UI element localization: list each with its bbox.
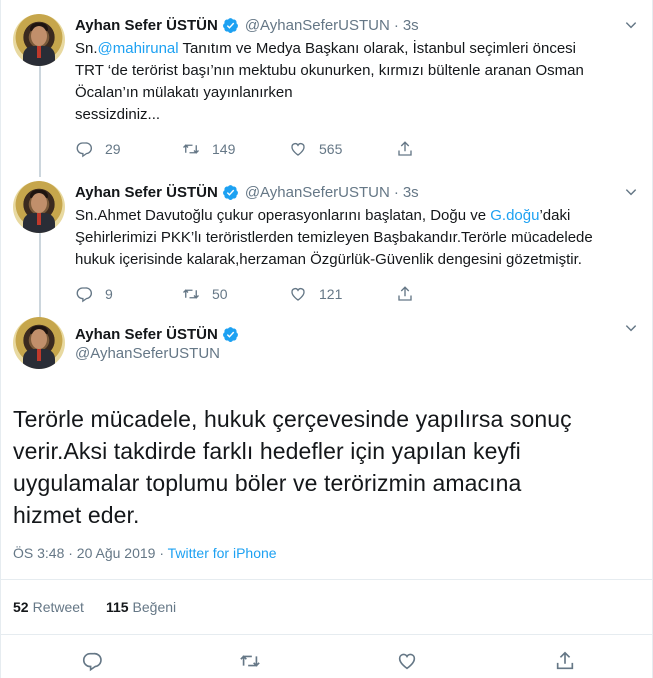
reply-icon <box>76 287 93 303</box>
avatar[interactable] <box>13 317 65 369</box>
verified-badge-icon <box>222 184 238 200</box>
avatar-tie <box>37 349 41 361</box>
text-segment: Terörle mücadele, hukuk çerçevesinde yap… <box>13 406 572 432</box>
like-count: 115 <box>105 599 129 615</box>
text-segment: hizmet eder. <box>13 502 140 528</box>
tweet-time[interactable]: 3s <box>403 184 419 201</box>
chevron-down-icon[interactable] <box>624 185 638 199</box>
reply-icon[interactable] <box>81 650 103 672</box>
avatar-face <box>31 193 47 213</box>
verified-badge-icon <box>222 326 238 342</box>
retweet-count: 50 <box>212 286 228 302</box>
author-name[interactable]: Ayhan Sefer ÜSTÜN <box>75 184 218 201</box>
hashtag-link[interactable]: G.doğu <box>490 207 539 224</box>
share-icon[interactable] <box>554 650 576 672</box>
reply-count: 9 <box>105 286 113 302</box>
avatar-face <box>31 329 47 349</box>
author-name-row: Ayhan Sefer ÜSTÜN <box>75 317 640 345</box>
verified-badge-icon <box>222 17 238 33</box>
tweet[interactable]: Ayhan Sefer ÜSTÜN @AyhanSeferUSTUN · 3s … <box>1 167 652 317</box>
retweet-count: 149 <box>212 141 236 157</box>
tweet-thread: Ayhan Sefer ÜSTÜN @AyhanSeferUSTUN · 3s … <box>0 0 653 678</box>
share-button[interactable] <box>396 140 426 158</box>
like-button[interactable]: 565 <box>289 140 396 158</box>
author-name[interactable]: Ayhan Sefer ÜSTÜN <box>75 326 218 343</box>
text-segment: Öcalan’ın mülakatı yayınlanırken <box>75 84 293 101</box>
tweet-header: Ayhan Sefer ÜSTÜN @AyhanSeferUSTUN · 3s <box>75 14 640 36</box>
text-segment: TRT ‘de terörist başı’nın mektubu okunur… <box>75 62 584 79</box>
avatar-tie <box>37 46 41 58</box>
like-icon[interactable] <box>396 650 418 672</box>
reply-button[interactable]: 9 <box>75 285 182 303</box>
chevron-down-icon[interactable] <box>624 321 638 335</box>
focused-tweet-header: Ayhan Sefer ÜSTÜN @AyhanSeferUSTUN <box>13 317 640 379</box>
mention-link[interactable]: @mahirunal <box>98 40 179 57</box>
tweet-meta: ÖS 3:48 · 20 Ağu 2019 · Twitter for iPho… <box>13 545 640 567</box>
focused-tweet-text: Terörle mücadele, hukuk çerçevesinde yap… <box>13 403 640 531</box>
like-icon <box>291 143 305 156</box>
text-segment: Sn. <box>75 40 98 57</box>
text-segment: sessizdiniz... <box>75 106 161 123</box>
tweet-text: Sn.@mahirunal Tanıtım ve Medya Başkanı o… <box>75 38 640 126</box>
retweet-stat[interactable]: 52 Retweet <box>13 599 84 615</box>
retweet-icon <box>183 144 199 154</box>
retweet-icon <box>183 289 199 299</box>
text-segment: verir.Aksi takdirde farklı hedefler için… <box>13 438 521 464</box>
reply-count: 29 <box>105 141 121 157</box>
chevron-down-icon[interactable] <box>624 18 638 32</box>
retweet-icon[interactable] <box>239 650 261 672</box>
text-segment: hukuk içerisinde kalarak,herzaman Özgürl… <box>75 251 582 268</box>
like-label: Beğeni <box>132 599 177 615</box>
text-segment: ’daki <box>539 207 571 224</box>
like-stat[interactable]: 115 Beğeni <box>106 599 176 615</box>
tweet-stats: 52 Retweet 115 Beğeni <box>13 580 640 634</box>
focused-tweet-actions <box>13 635 640 678</box>
tweet-text: Sn.Ahmet Davutoğlu çukur operasyonlarını… <box>75 205 640 271</box>
retweet-button[interactable]: 50 <box>182 285 289 303</box>
separator-dot: · <box>393 183 399 201</box>
author-handle[interactable]: @AyhanSeferUSTUN <box>75 345 640 362</box>
like-count: 121 <box>319 286 343 302</box>
focused-tweet: Ayhan Sefer ÜSTÜN @AyhanSeferUSTUN Terör… <box>1 317 652 678</box>
tweet[interactable]: Ayhan Sefer ÜSTÜN @AyhanSeferUSTUN · 3s … <box>1 0 652 167</box>
like-button[interactable]: 121 <box>289 285 396 303</box>
reply-icon <box>76 142 93 158</box>
tweet-actions: 9 50 121 <box>75 283 640 305</box>
share-button[interactable] <box>396 285 426 303</box>
like-icon <box>291 288 305 301</box>
share-icon <box>398 141 412 156</box>
avatar-tie <box>37 213 41 225</box>
author-handle[interactable]: @AyhanSeferUSTUN <box>245 17 390 34</box>
separator-dot: · <box>393 16 399 34</box>
text-segment: Sn.Ahmet Davutoğlu çukur operasyonlarını… <box>75 207 491 224</box>
retweet-count: 52 <box>13 599 29 615</box>
text-segment: Tanıtım ve Medya Başkanı olarak, İstanbu… <box>178 40 577 57</box>
tweet-header: Ayhan Sefer ÜSTÜN @AyhanSeferUSTUN · 3s <box>75 181 640 203</box>
author-name[interactable]: Ayhan Sefer ÜSTÜN <box>75 17 218 34</box>
text-segment: uygulamalar toplumu böler ve terörizmin … <box>13 470 522 496</box>
source-link[interactable]: Twitter for iPhone <box>168 545 277 561</box>
text-segment: Şehirlerimizi PKK’lı teröristlerden temi… <box>75 229 593 246</box>
share-icon <box>398 286 412 301</box>
avatar-face <box>31 26 47 46</box>
reply-button[interactable]: 29 <box>75 140 182 158</box>
retweet-button[interactable]: 149 <box>182 140 289 158</box>
like-count: 565 <box>319 141 343 157</box>
retweet-label: Retweet <box>32 599 84 615</box>
author-handle[interactable]: @AyhanSeferUSTUN <box>245 184 390 201</box>
avatar[interactable] <box>13 181 65 233</box>
tweet-timestamp[interactable]: ÖS 3:48 · 20 Ağu 2019 · <box>13 545 168 561</box>
avatar[interactable] <box>13 14 65 66</box>
tweet-actions: 29 149 565 <box>75 138 640 160</box>
tweet-time[interactable]: 3s <box>403 17 419 34</box>
